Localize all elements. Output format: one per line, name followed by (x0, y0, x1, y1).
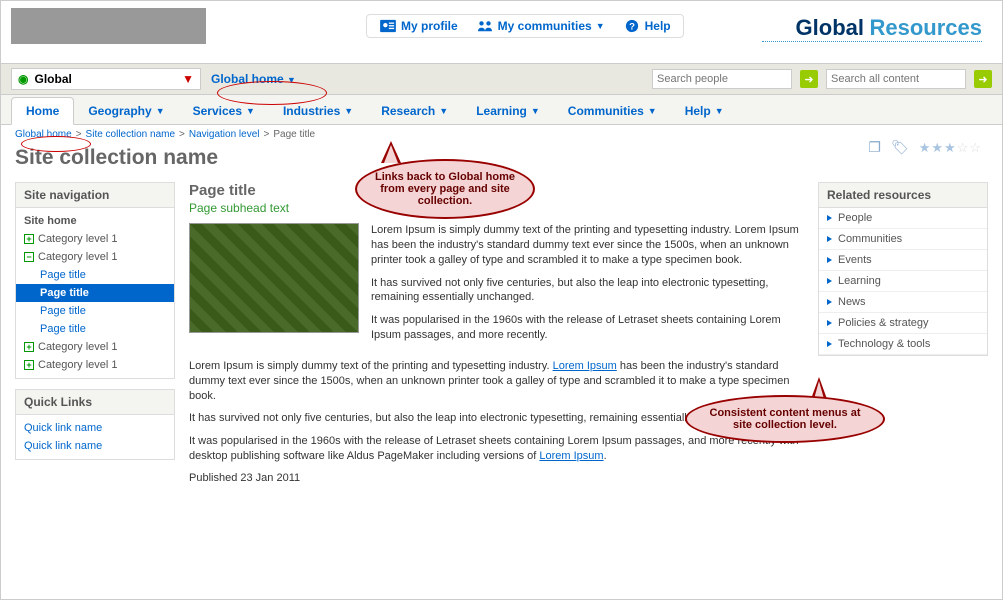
quick-link-2[interactable]: Quick link name (16, 437, 174, 455)
search-people-input[interactable] (652, 69, 792, 89)
related-head: Related resources (819, 183, 987, 208)
globe-icon: ◉ (18, 72, 28, 86)
related-policies[interactable]: Policies & strategy (819, 313, 987, 334)
related-news[interactable]: News (819, 292, 987, 313)
related-events[interactable]: Events (819, 250, 987, 271)
hero-image-maze (189, 223, 359, 333)
breadcrumb: Global home > Site collection name > Nav… (1, 125, 1002, 144)
tab-home[interactable]: Home (11, 97, 74, 125)
nav-category-4[interactable]: +Category level 1 (16, 356, 174, 374)
brand-underline (762, 41, 982, 42)
communities-icon (476, 19, 494, 33)
crumb-level[interactable]: Navigation level (189, 129, 260, 140)
inline-link[interactable]: Lorem Ipsum (539, 450, 603, 462)
rating-stars[interactable]: ★★★☆☆ (919, 140, 982, 156)
nav-page-3[interactable]: Page title (16, 302, 174, 320)
inline-link[interactable]: Lorem Ipsum (553, 360, 617, 372)
nav-page-4[interactable]: Page title (16, 320, 174, 338)
related-communities[interactable]: Communities (819, 229, 987, 250)
chevron-down-icon: ▼ (596, 21, 605, 31)
region-label: Global (34, 72, 71, 86)
my-profile-label: My profile (401, 19, 458, 33)
tab-research[interactable]: Research▼ (367, 98, 462, 124)
global-home-link[interactable]: Global home ▼ (211, 72, 296, 86)
crumb-current: Page title (273, 129, 315, 140)
help-icon: ? (623, 19, 641, 33)
body-para: It was popularised in the 1960s with the… (189, 434, 804, 464)
quick-links-head: Quick Links (16, 390, 174, 415)
related-technology[interactable]: Technology & tools (819, 334, 987, 355)
body-para: It was popularised in the 1960s with the… (371, 313, 804, 343)
help-link[interactable]: ? Help (623, 19, 671, 33)
related-resources-panel: Related resources People Communities Eve… (818, 182, 988, 356)
search-content-go[interactable]: ➜ (974, 70, 992, 88)
crumb-global-home[interactable]: Global home (15, 129, 72, 140)
logo-placeholder (11, 8, 206, 44)
top-menu: My profile My communities ▼ ? Help (366, 14, 684, 38)
nav-site-home[interactable]: Site home (16, 212, 174, 230)
body-para: Lorem Ipsum is simply dummy text of the … (371, 223, 804, 268)
nav-category-2-expanded[interactable]: −Category level 1 (16, 248, 174, 266)
tab-help[interactable]: Help▼ (671, 98, 738, 124)
region-select[interactable]: ◉ Global ▼ (11, 68, 201, 90)
brand-title: Global Resources (796, 15, 982, 41)
annotation-callout-2: Consistent content menus at site collect… (685, 395, 885, 443)
tab-services[interactable]: Services▼ (179, 98, 269, 124)
my-communities-label: My communities (498, 19, 592, 33)
annotation-callout-1: Links back to Global home from every pag… (355, 159, 535, 219)
search-people-go[interactable]: ➜ (800, 70, 818, 88)
tab-learning[interactable]: Learning▼ (462, 98, 554, 124)
chevron-down-icon: ▼ (182, 72, 194, 86)
nav-category-1[interactable]: +Category level 1 (16, 230, 174, 248)
tag-icon[interactable]: 🏷 (891, 139, 909, 156)
tab-industries[interactable]: Industries▼ (269, 98, 367, 124)
body-para: It has survived not only five centuries,… (371, 276, 804, 306)
nav-category-3[interactable]: +Category level 1 (16, 338, 174, 356)
help-label: Help (645, 19, 671, 33)
callout-tail (381, 141, 401, 163)
nav-page-2-active[interactable]: Page title (16, 284, 174, 302)
profile-icon (379, 19, 397, 33)
chevron-down-icon: ▼ (287, 75, 296, 85)
svg-text:?: ? (629, 22, 635, 33)
page-action-icon[interactable]: ❐ (868, 139, 881, 156)
published-date: Published 23 Jan 2011 (189, 472, 804, 484)
related-people[interactable]: People (819, 208, 987, 229)
search-content-input[interactable] (826, 69, 966, 89)
related-learning[interactable]: Learning (819, 271, 987, 292)
site-navigation-panel: Site navigation Site home +Category leve… (15, 182, 175, 379)
my-communities-link[interactable]: My communities ▼ (476, 19, 605, 33)
quick-link-1[interactable]: Quick link name (16, 419, 174, 437)
tab-geography[interactable]: Geography▼ (74, 98, 178, 124)
crumb-site[interactable]: Site collection name (86, 129, 176, 140)
nav-page-1[interactable]: Page title (16, 266, 174, 284)
body-para: Lorem Ipsum is simply dummy text of the … (189, 359, 804, 404)
quick-links-panel: Quick Links Quick link name Quick link n… (15, 389, 175, 460)
tab-communities[interactable]: Communities▼ (554, 98, 671, 124)
main-nav: Home Geography▼ Services▼ Industries▼ Re… (1, 95, 1002, 125)
site-nav-head: Site navigation (16, 183, 174, 208)
my-profile-link[interactable]: My profile (379, 19, 458, 33)
